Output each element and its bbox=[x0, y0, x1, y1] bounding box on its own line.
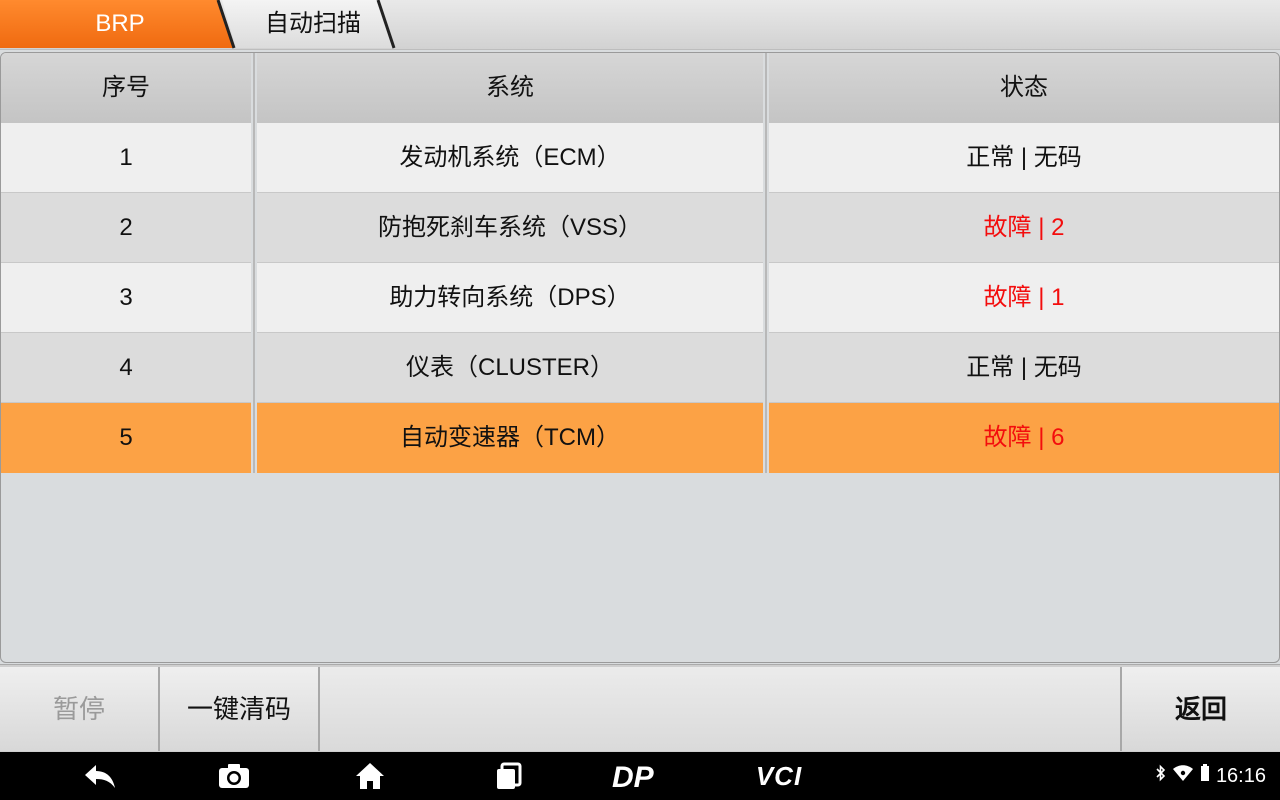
dp-logo: DP bbox=[612, 762, 655, 790]
dp-app-icon[interactable]: DP bbox=[608, 752, 674, 800]
row-status: 正常 | 无码 bbox=[769, 333, 1279, 403]
breadcrumb: BRP 自动扫描 bbox=[0, 0, 1280, 50]
back-button[interactable]: 返回 bbox=[1120, 667, 1280, 751]
table-header: 序号 系统 状态 bbox=[1, 53, 1279, 123]
row-system: 助力转向系统（DPS） bbox=[257, 263, 763, 333]
row-index: 2 bbox=[1, 193, 251, 263]
clock: 16:16 bbox=[1215, 764, 1266, 787]
screenshot-camera-icon[interactable] bbox=[214, 752, 254, 800]
clear-codes-button[interactable]: 一键清码 bbox=[160, 667, 320, 751]
column-divider bbox=[251, 53, 257, 473]
row-status-fault: 故障 | 1 bbox=[769, 263, 1279, 333]
column-header-index: 序号 bbox=[1, 53, 251, 123]
row-system: 仪表（CLUSTER） bbox=[257, 333, 763, 403]
column-header-status: 状态 bbox=[769, 53, 1279, 123]
wifi-icon bbox=[1172, 764, 1194, 788]
pause-button[interactable]: 暂停 bbox=[0, 667, 160, 751]
table-row[interactable]: 4 仪表（CLUSTER） 正常 | 无码 bbox=[1, 333, 1279, 403]
back-arrow-icon[interactable] bbox=[78, 752, 122, 800]
table-row-selected[interactable]: 5 自动变速器（TCM） 故障 | 6 bbox=[1, 403, 1279, 473]
row-status: 正常 | 无码 bbox=[769, 123, 1279, 193]
row-status-fault: 故障 | 6 bbox=[769, 403, 1279, 473]
table-row[interactable]: 2 防抱死刹车系统（VSS） 故障 | 2 bbox=[1, 193, 1279, 263]
scan-results-table: 序号 系统 状态 1 发动机系统（ECM） 正常 | 无码 2 防抱死刹车系统（… bbox=[0, 52, 1280, 663]
row-index: 4 bbox=[1, 333, 251, 403]
vci-app-icon[interactable]: VCI bbox=[742, 752, 816, 800]
row-system: 自动变速器（TCM） bbox=[257, 403, 763, 473]
row-status-fault: 故障 | 2 bbox=[769, 193, 1279, 263]
row-system: 防抱死刹车系统（VSS） bbox=[257, 193, 763, 263]
row-index: 3 bbox=[1, 263, 251, 333]
system-navbar: DP VCI 16:16 bbox=[0, 752, 1280, 800]
column-header-system: 系统 bbox=[257, 53, 763, 123]
row-index: 1 bbox=[1, 123, 251, 193]
row-system: 发动机系统（ECM） bbox=[257, 123, 763, 193]
dp-label: DP bbox=[612, 762, 655, 790]
status-area: 16:16 bbox=[1156, 752, 1266, 800]
table-row[interactable]: 1 发动机系统（ECM） 正常 | 无码 bbox=[1, 123, 1279, 193]
recent-apps-icon[interactable] bbox=[488, 752, 528, 800]
column-divider bbox=[763, 53, 769, 473]
action-bar-spacer bbox=[320, 667, 1120, 751]
battery-icon bbox=[1200, 764, 1210, 788]
table-row[interactable]: 3 助力转向系统（DPS） 故障 | 1 bbox=[1, 263, 1279, 333]
row-index: 5 bbox=[1, 403, 251, 473]
breadcrumb-item-brp[interactable]: BRP bbox=[0, 0, 240, 48]
breadcrumb-item-auto-scan: 自动扫描 bbox=[265, 10, 361, 37]
home-icon[interactable] bbox=[350, 752, 390, 800]
bluetooth-icon bbox=[1156, 764, 1166, 788]
action-bar: 暂停 一键清码 返回 bbox=[0, 664, 1280, 752]
